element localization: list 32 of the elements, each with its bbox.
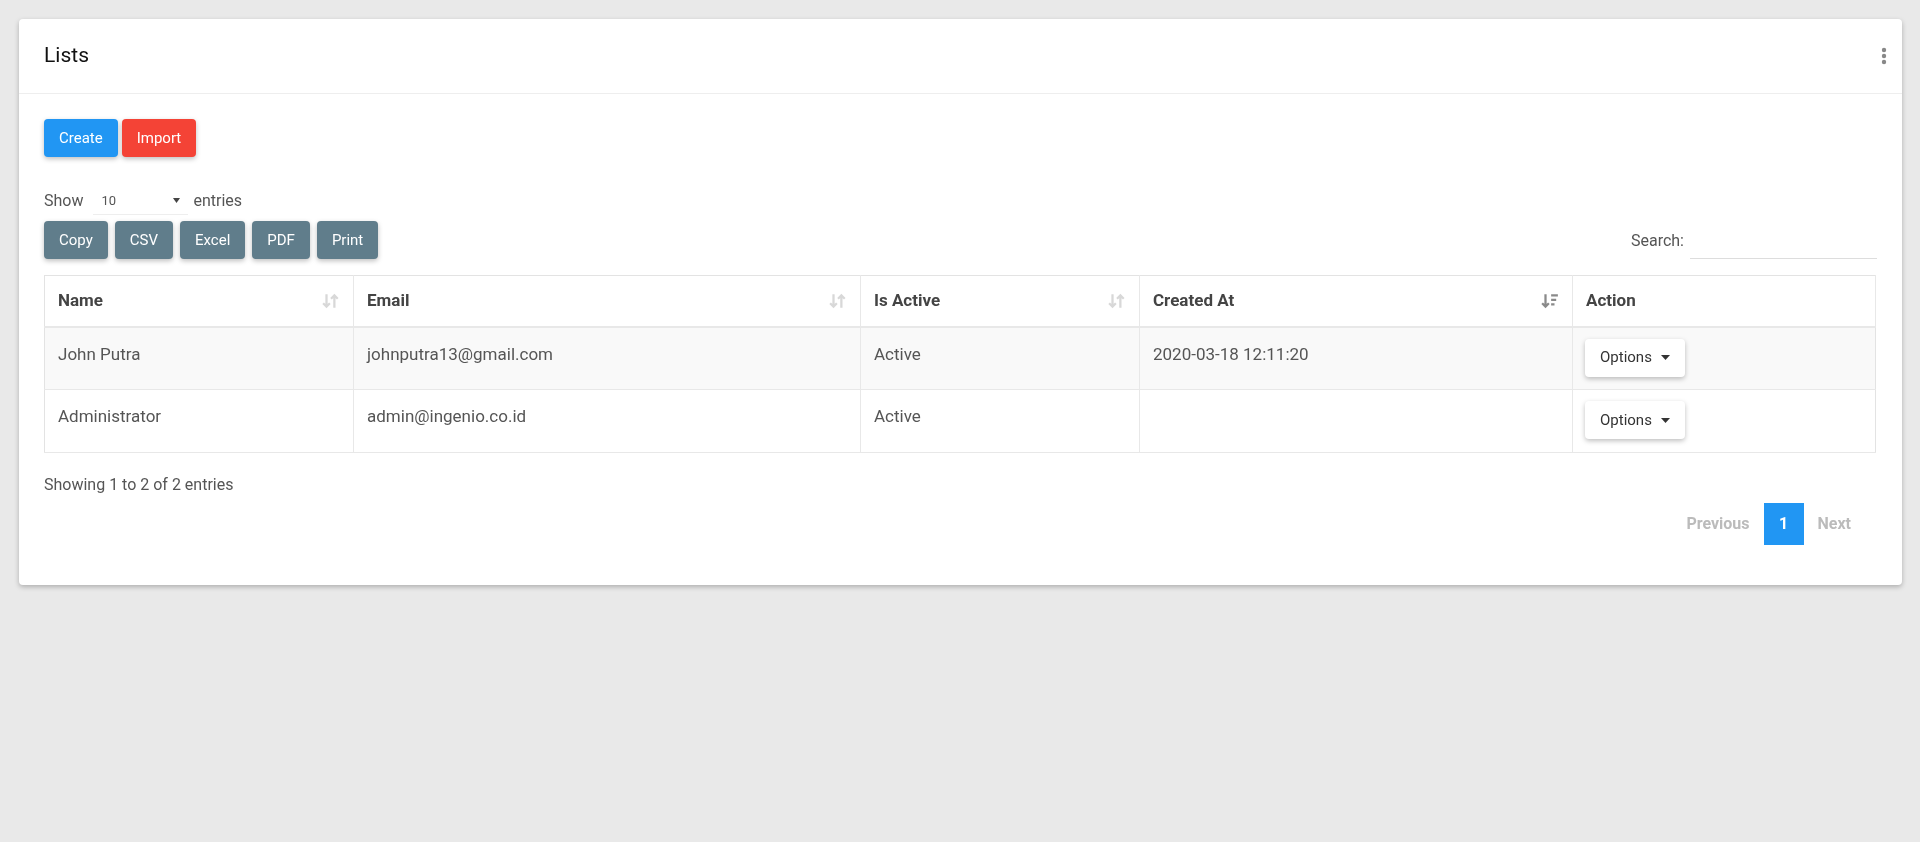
export-button[interactable]: CSV xyxy=(114,221,173,259)
action-button[interactable]: Import xyxy=(121,119,197,157)
table-cell: Active xyxy=(874,343,921,364)
table-cell: John Putra xyxy=(58,343,141,364)
caret-icon xyxy=(1660,355,1670,360)
export-button[interactable]: Excel xyxy=(180,221,246,259)
options-button[interactable]: Options xyxy=(1585,401,1685,439)
table-cell: johnputra13@gmail.com xyxy=(367,343,553,364)
options-button[interactable]: Options xyxy=(1585,338,1685,377)
table-cell: Administrator xyxy=(58,406,162,426)
entries-label: entries xyxy=(193,190,243,212)
caret-icon xyxy=(173,198,181,203)
search-label: Search: xyxy=(1630,230,1684,252)
table-cell: 2020-03-18 12:11:20 xyxy=(1153,343,1309,364)
export-button[interactable]: Copy xyxy=(44,221,108,259)
column-header[interactable]: Name xyxy=(58,288,103,314)
table-cell: Active xyxy=(874,406,921,426)
caret-icon xyxy=(1660,417,1670,423)
action-button[interactable]: Create xyxy=(44,119,118,157)
card-title: Lists xyxy=(44,42,89,70)
show-label: Show xyxy=(44,190,84,212)
page-button[interactable]: 1 xyxy=(1763,503,1804,545)
table-info: Showing 1 to 2 of 2 entries xyxy=(44,475,234,494)
page-length-select[interactable]: 10 xyxy=(93,187,189,215)
column-header[interactable]: Action xyxy=(1586,288,1636,314)
export-button[interactable]: PDF xyxy=(252,221,310,259)
more-vertical-icon[interactable] xyxy=(1881,47,1887,65)
table-cell: admin@ingenio.co.id xyxy=(367,406,527,426)
column-header[interactable]: Email xyxy=(367,288,410,314)
column-header[interactable]: Created At xyxy=(1153,288,1235,314)
export-button[interactable]: Print xyxy=(316,221,379,259)
column-header[interactable]: Is Active xyxy=(874,288,941,314)
